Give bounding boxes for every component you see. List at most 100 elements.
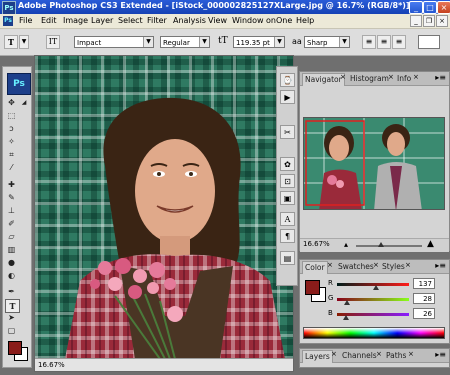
close-icon[interactable]: ×: [327, 261, 333, 269]
menu-filter[interactable]: Filter: [147, 16, 167, 25]
canvas[interactable]: [35, 56, 293, 359]
close-icon[interactable]: ×: [408, 350, 414, 358]
lasso-tool-icon[interactable]: ↄ: [5, 123, 18, 135]
preset-dropdown-icon[interactable]: ▼: [19, 35, 29, 49]
tool-presets-icon[interactable]: ✂: [280, 125, 295, 139]
menu-edit[interactable]: Edit: [41, 16, 57, 25]
close-icon[interactable]: ×: [388, 73, 394, 81]
menu-onone[interactable]: onOne: [266, 16, 292, 25]
text-color-swatch[interactable]: [418, 35, 440, 49]
font-family-value: Impact: [77, 39, 102, 47]
navigator-thumbnail[interactable]: [303, 117, 445, 210]
eraser-tool-icon[interactable]: ▱: [5, 231, 18, 243]
align-right-icon[interactable]: ≡: [392, 35, 406, 49]
menu-select[interactable]: Select: [118, 16, 143, 25]
tab-paths[interactable]: Paths: [384, 350, 408, 362]
b-value-field[interactable]: 26: [413, 308, 435, 319]
doc-restore-button[interactable]: ❐: [423, 15, 435, 27]
tab-styles[interactable]: Styles: [380, 261, 407, 273]
font-style-select[interactable]: Regular ▼: [160, 36, 210, 48]
layer-comps-icon[interactable]: ▣: [280, 191, 295, 205]
menu-layer[interactable]: Layer: [91, 16, 113, 25]
menu-view[interactable]: View: [208, 16, 227, 25]
align-center-icon[interactable]: ≡: [377, 35, 391, 49]
type-tool-preset-icon[interactable]: T: [4, 35, 18, 49]
ps-menu-icon[interactable]: Ps: [3, 16, 13, 26]
zoom-in-icon[interactable]: ▲: [427, 239, 434, 249]
color-foreground-swatch[interactable]: [305, 280, 320, 295]
panel-menu-icon[interactable]: ▸≡: [435, 73, 446, 82]
close-button[interactable]: ×: [437, 1, 450, 14]
magic-wand-tool-icon[interactable]: ✧: [5, 136, 18, 148]
character-panel-icon[interactable]: A: [280, 212, 295, 226]
chevron-down-icon: ▼: [143, 37, 153, 47]
navigator-zoom-slider-handle[interactable]: [378, 242, 384, 247]
options-bar: T ▼ IT Impact ▼ Regular ▼ tT 119.35 pt ▼…: [0, 29, 450, 56]
minimize-button[interactable]: _: [409, 1, 423, 14]
foreground-color-swatch[interactable]: [8, 341, 22, 355]
move-tool-icon[interactable]: ✥: [5, 97, 18, 109]
dodge-tool-icon[interactable]: ◐: [5, 270, 18, 282]
close-icon[interactable]: ×: [413, 73, 419, 81]
type-tool-icon[interactable]: T: [5, 299, 20, 313]
antialias-select[interactable]: Sharp ▼: [304, 36, 350, 48]
b-slider-handle[interactable]: [343, 315, 349, 320]
font-size-field[interactable]: 119.35 pt ▼: [233, 36, 285, 48]
clone-stamp-tool-icon[interactable]: ⊥: [5, 205, 18, 217]
text-orientation-icon[interactable]: IT: [46, 35, 60, 49]
doc-minimize-button[interactable]: _: [410, 15, 422, 27]
gradient-tool-icon[interactable]: ▥: [5, 244, 18, 256]
shape-tool-icon[interactable]: ▢: [5, 325, 18, 337]
navigator-panel-tabs: Navigator × Histogram × Info × ▸≡: [300, 72, 449, 86]
menu-help[interactable]: Help: [296, 16, 314, 25]
menu-analysis[interactable]: Analysis: [173, 16, 206, 25]
close-icon[interactable]: ×: [376, 350, 382, 358]
document-status-bar: 16.67%: [35, 358, 293, 371]
align-left-icon[interactable]: ≡: [362, 35, 376, 49]
healing-brush-tool-icon[interactable]: ✚: [5, 179, 18, 191]
close-icon[interactable]: ×: [405, 261, 411, 269]
panel-menu-icon[interactable]: ▸≡: [435, 261, 446, 270]
actions-panel-icon[interactable]: ▶: [280, 90, 295, 104]
tab-swatches[interactable]: Swatches: [336, 261, 376, 273]
r-value-field[interactable]: 137: [413, 278, 435, 289]
font-family-select[interactable]: Impact ▼: [74, 36, 154, 48]
pen-tool-icon[interactable]: ✒: [5, 286, 18, 298]
maximize-button[interactable]: □: [423, 1, 437, 14]
doc-close-button[interactable]: ×: [436, 15, 448, 27]
notes-panel-icon[interactable]: ▤: [280, 251, 295, 265]
color-ramp[interactable]: [303, 327, 445, 339]
g-slider-handle[interactable]: [344, 300, 350, 305]
g-value-field[interactable]: 28: [413, 293, 435, 304]
tab-layers[interactable]: Layers: [302, 350, 333, 363]
panel-menu-icon[interactable]: ▸≡: [435, 350, 446, 359]
zoom-out-icon[interactable]: ▴: [344, 240, 348, 249]
tab-color[interactable]: Color: [302, 261, 328, 274]
menu-window[interactable]: Window: [232, 16, 264, 25]
r-slider-handle[interactable]: [373, 285, 379, 290]
blur-tool-icon[interactable]: ●: [5, 257, 18, 269]
document-zoom-value[interactable]: 16.67%: [38, 359, 65, 371]
tool-flyout-icon: ◢: [21, 99, 27, 106]
marquee-tool-icon[interactable]: ⬚: [5, 110, 18, 122]
menu-image[interactable]: Image: [63, 16, 88, 25]
brush-tool-icon[interactable]: ✎: [5, 192, 18, 204]
close-icon[interactable]: ×: [340, 73, 346, 81]
tab-info[interactable]: Info: [395, 73, 413, 85]
tab-histogram[interactable]: Histogram: [348, 73, 391, 85]
navigator-zoom-value[interactable]: 16.67%: [303, 240, 330, 248]
tab-navigator[interactable]: Navigator: [302, 73, 345, 86]
path-selection-tool-icon[interactable]: ➤: [5, 312, 18, 324]
close-icon[interactable]: ×: [331, 350, 337, 358]
close-icon[interactable]: ×: [373, 261, 379, 269]
clone-source-icon[interactable]: ⊡: [280, 174, 295, 188]
paragraph-panel-icon[interactable]: ¶: [280, 229, 295, 243]
menu-file[interactable]: File: [19, 16, 32, 25]
brushes-panel-icon[interactable]: ✿: [280, 157, 295, 171]
navigator-zoom-slider[interactable]: [356, 245, 422, 247]
eyedropper-tool-icon[interactable]: ⁄: [5, 162, 18, 174]
history-panel-icon[interactable]: ⌚: [280, 73, 295, 87]
crop-tool-icon[interactable]: ⌗: [5, 149, 18, 161]
history-brush-tool-icon[interactable]: ✐: [5, 218, 18, 230]
tab-channels[interactable]: Channels: [340, 350, 379, 362]
